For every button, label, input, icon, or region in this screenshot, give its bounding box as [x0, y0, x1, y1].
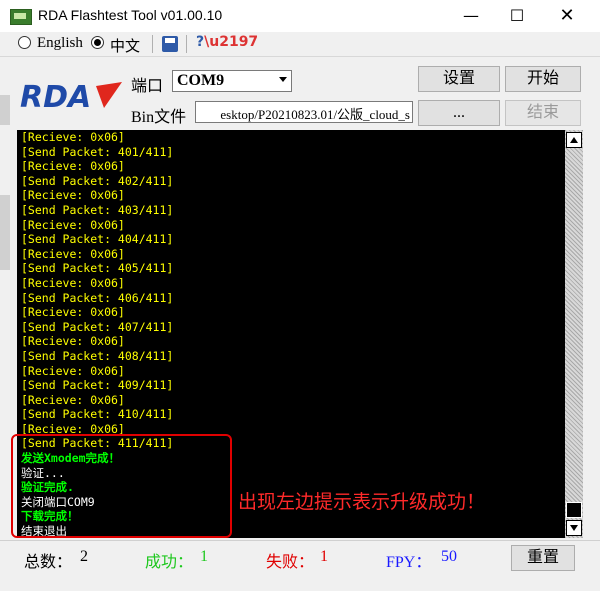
start-button[interactable]: 开始: [505, 66, 581, 92]
log-line: [Send Packet: 407/411]: [21, 319, 174, 334]
log-line: [Send Packet: 410/411]: [21, 407, 174, 422]
scroll-up-arrow-icon[interactable]: [566, 132, 582, 148]
chevron-down-icon: [279, 77, 287, 82]
log-line: [Recieve: 0x06]: [21, 392, 125, 407]
minimize-button[interactable]: —: [448, 0, 494, 32]
fail-label: 失败：: [266, 554, 315, 571]
save-icon[interactable]: [162, 36, 178, 52]
port-label: 端口: [131, 78, 164, 95]
success-value: 1: [200, 548, 208, 565]
log-line: [Recieve: 0x06]: [21, 305, 125, 320]
log-line: [Send Packet: 405/411]: [21, 261, 174, 276]
fail-value: 1: [320, 548, 328, 565]
log-line: [Recieve: 0x06]: [21, 188, 125, 203]
log-line: [Recieve: 0x06]: [21, 246, 125, 261]
port-select-value: COM9: [177, 72, 225, 89]
rda-logo-text: RDA: [20, 80, 91, 112]
english-radio-label: English: [37, 35, 83, 51]
log-line: [Send Packet: 403/411]: [21, 202, 174, 217]
rda-logo-accent: [96, 82, 122, 108]
bin-file-path-field[interactable]: esktop/P20210823.01/公版_cloud_s: [195, 101, 413, 123]
window-title: RDA Flashtest Tool v01.00.10: [38, 7, 223, 23]
fpy-label: FPY：: [386, 554, 432, 571]
scroll-down-arrow-icon[interactable]: [566, 520, 582, 536]
log-line: [Send Packet: 406/411]: [21, 290, 174, 305]
console-scrollbar[interactable]: [565, 130, 583, 538]
scrollbar-thumb[interactable]: [566, 502, 582, 518]
log-line: [Recieve: 0x06]: [21, 217, 125, 232]
log-line: [Recieve: 0x06]: [21, 275, 125, 290]
success-highlight-box: [11, 434, 232, 538]
app-window: RDA Flashtest Tool v01.00.10 — ☐ ✕ Engli…: [0, 0, 600, 591]
english-radio[interactable]: [18, 36, 31, 49]
reset-button[interactable]: 重置: [511, 545, 575, 571]
window-bottom-edge: [0, 576, 600, 591]
toolbar-separator: [152, 35, 153, 53]
fpy-value: 50: [441, 548, 457, 565]
success-label: 成功：: [145, 554, 194, 571]
rda-logo: RDA: [20, 80, 122, 112]
total-value: 2: [80, 548, 88, 565]
port-select[interactable]: COM9: [172, 70, 292, 92]
bin-file-label: Bin文件: [131, 109, 187, 126]
log-line: [Send Packet: 402/411]: [21, 173, 174, 188]
app-icon: [10, 9, 32, 25]
log-line: [Send Packet: 409/411]: [21, 378, 174, 393]
chinese-radio[interactable]: [91, 36, 104, 49]
log-line: [Send Packet: 401/411]: [21, 144, 174, 159]
success-annotation: 出现左边提示表示升级成功！: [238, 491, 486, 513]
help-icon[interactable]: ?\u2197: [196, 34, 258, 50]
browse-button[interactable]: ...: [418, 100, 500, 126]
log-line: [Recieve: 0x06]: [21, 334, 125, 349]
log-line: [Recieve: 0x06]: [21, 130, 125, 144]
stop-button[interactable]: 结束: [505, 100, 581, 126]
chinese-radio-label: 中文: [110, 39, 141, 55]
log-line: [Send Packet: 408/411]: [21, 348, 174, 363]
log-line: [Recieve: 0x06]: [21, 363, 125, 378]
toolbar-separator: [186, 35, 187, 53]
toolbar: English 中文 ?\u2197: [0, 32, 600, 57]
bin-file-path-value: esktop/P20210823.01/公版_cloud_s: [220, 107, 410, 122]
title-bar: RDA Flashtest Tool v01.00.10 — ☐ ✕: [0, 0, 600, 32]
background-window-edge: [0, 95, 10, 125]
close-button[interactable]: ✕: [544, 0, 590, 32]
total-label: 总数：: [24, 554, 73, 571]
maximize-button[interactable]: ☐: [494, 0, 540, 32]
log-line: [Send Packet: 404/411]: [21, 232, 174, 247]
background-window-edge: [0, 195, 10, 270]
settings-button[interactable]: 设置: [418, 66, 500, 92]
log-line: [Recieve: 0x06]: [21, 159, 125, 174]
